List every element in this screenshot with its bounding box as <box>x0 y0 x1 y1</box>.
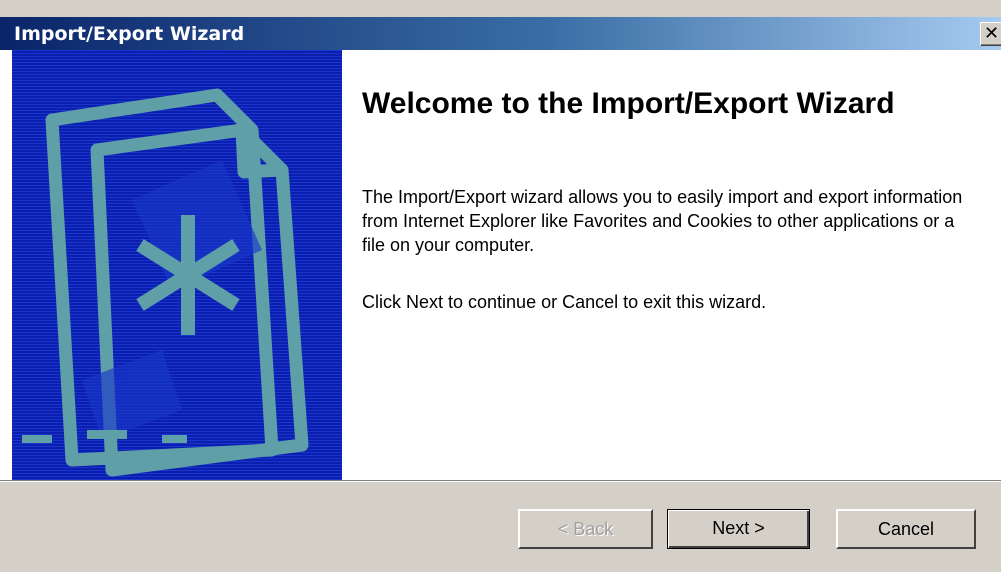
cancel-button[interactable]: Cancel <box>836 509 976 549</box>
title-bar: Import/Export Wizard ✕ <box>0 17 1001 50</box>
close-button[interactable]: ✕ <box>980 22 1001 46</box>
window-title: Import/Export Wizard <box>14 23 245 45</box>
wizard-banner-image <box>12 50 342 480</box>
wizard-window: Import/Export Wizard ✕ Welcome to the Im… <box>0 0 1001 572</box>
next-button[interactable]: Next > <box>667 509 810 549</box>
wizard-description: The Import/Export wizard allows you to e… <box>362 187 963 255</box>
back-button[interactable]: < Back <box>518 509 653 549</box>
welcome-heading: Welcome to the Import/Export Wizard <box>362 87 895 120</box>
button-separator <box>0 480 1001 482</box>
folder-asterisk-icon <box>22 88 309 477</box>
wizard-instruction: Click Next to continue or Cancel to exit… <box>362 292 767 312</box>
close-icon: ✕ <box>984 23 1000 44</box>
